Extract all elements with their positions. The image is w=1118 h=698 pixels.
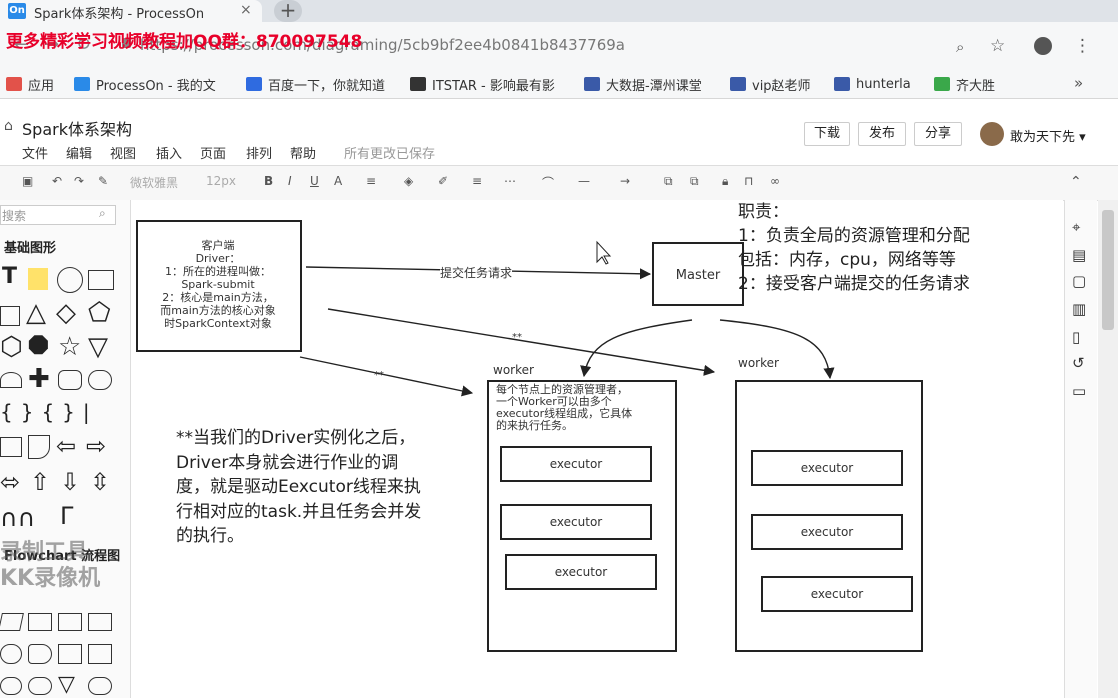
worker1-label: worker: [493, 363, 534, 377]
client-driver-text: 客户端 Driver： 1：所在的进程叫做： Spark-submit 2：核心…: [140, 239, 296, 330]
edge-label-a: **: [374, 370, 384, 381]
worker2-executor-2[interactable]: executor: [751, 514, 903, 550]
master-label: Master: [675, 268, 721, 283]
master-duty-text: 职责： 1：负责全局的资源管理和分配 包括：内存，cpu，网络等等 2：接受客户…: [738, 200, 1038, 296]
worker1-executor-1[interactable]: executor: [500, 446, 652, 482]
worker2-label: worker: [738, 356, 779, 370]
worker1-executor-2[interactable]: executor: [500, 504, 652, 540]
driver-note-text[interactable]: **当我们的Driver实例化之后，Driver本身就会进行作业的调度，就是驱动…: [176, 426, 426, 549]
master-to-worker1-arrow: [580, 319, 693, 378]
client-driver-label: 客户端 Driver： 1：所在的进程叫做： Spark-submit 2：核心…: [160, 239, 276, 330]
mouse-cursor-icon: [596, 240, 612, 265]
driver-to-worker1-arrow: [299, 356, 474, 397]
worker1-description: 每个节点上的资源管理者， 一个Worker可以由多个 executor线程组成，…: [496, 384, 676, 432]
worker1-description-label: 每个节点上的资源管理者， 一个Worker可以由多个 executor线程组成，…: [496, 383, 633, 432]
submit-request-label: 提交任务请求: [440, 264, 513, 281]
worker2-executor-1[interactable]: executor: [751, 450, 903, 486]
master-duty-label: 职责： 1：负责全局的资源管理和分配 包括：内存，cpu，网络等等 2：接受客户…: [738, 202, 970, 294]
worker2-executor-3[interactable]: executor: [761, 576, 913, 612]
edge-label-b: **: [512, 332, 522, 343]
worker1-executor-3[interactable]: executor: [505, 554, 657, 590]
